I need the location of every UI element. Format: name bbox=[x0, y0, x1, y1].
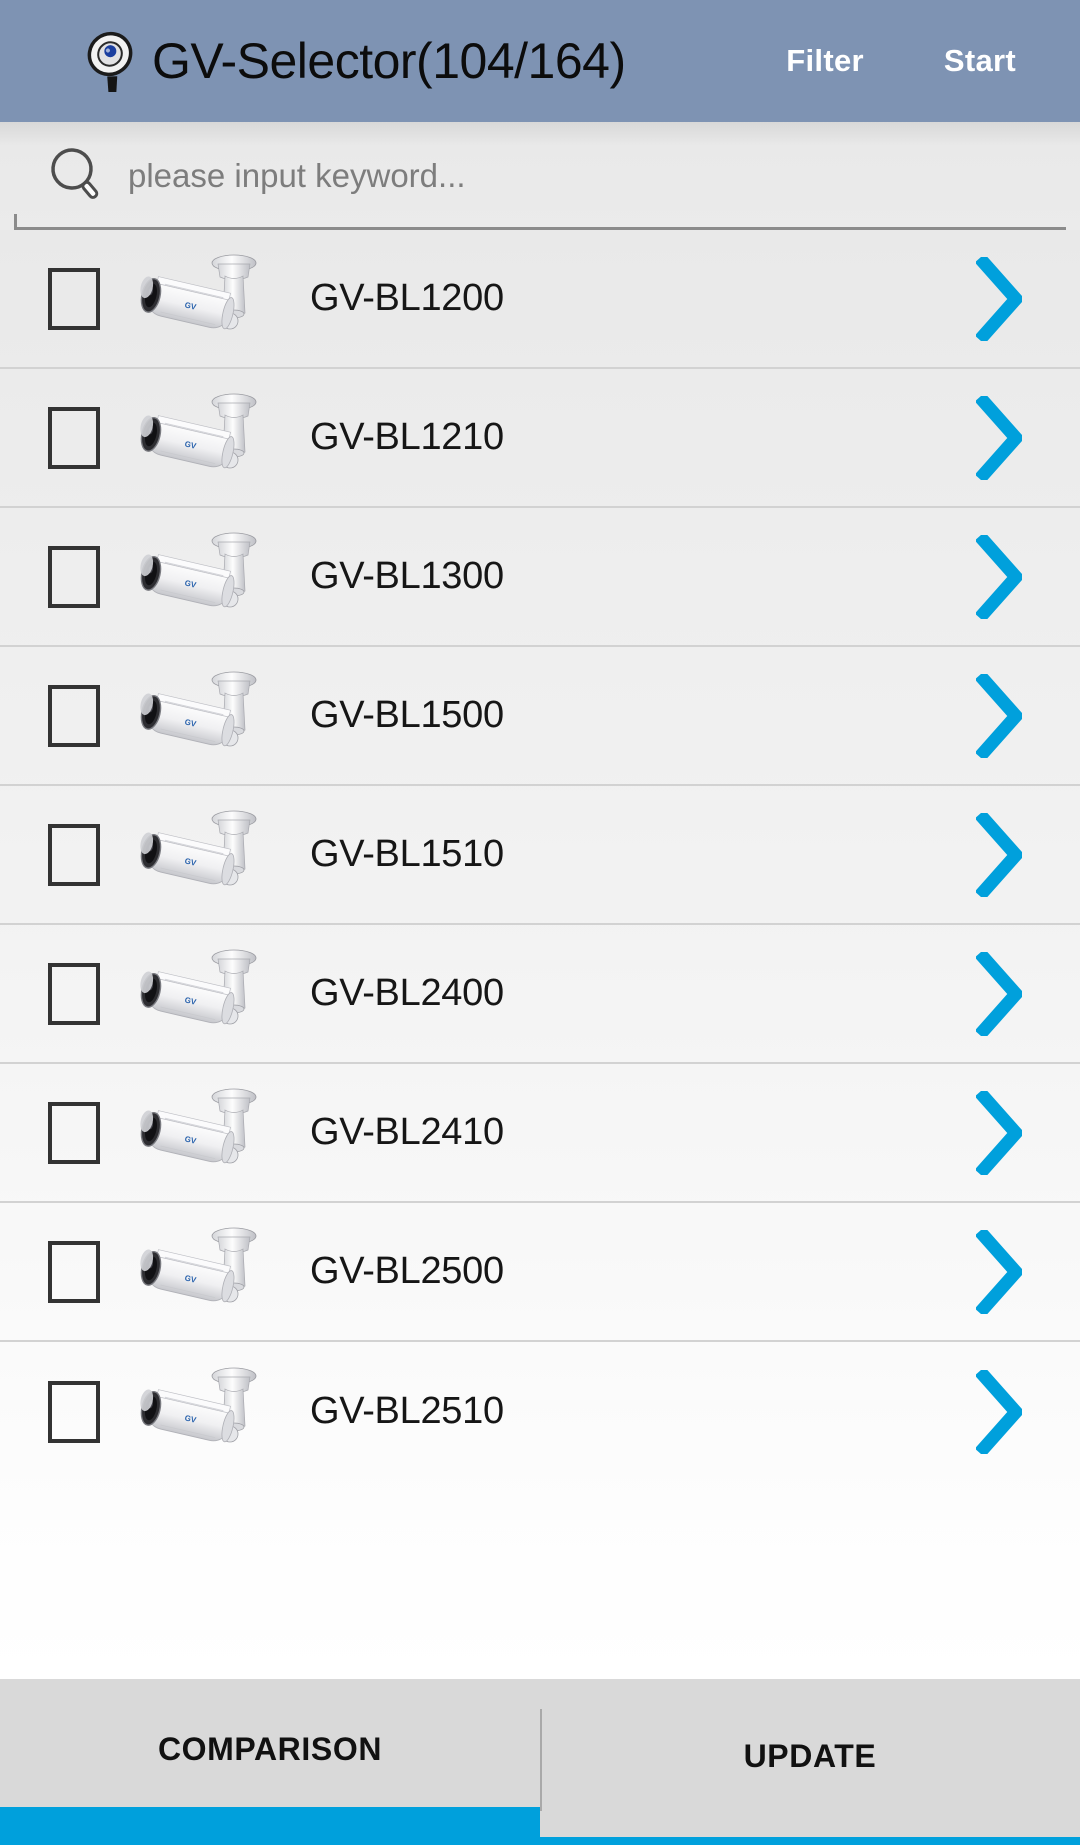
chevron-right-icon[interactable] bbox=[974, 1087, 1025, 1178]
device-checkbox[interactable] bbox=[48, 545, 100, 608]
magnifier-camera-logo-icon bbox=[76, 30, 138, 99]
bullet-camera-icon: GV bbox=[122, 529, 272, 625]
device-model-label: GV-BL1210 bbox=[310, 416, 504, 458]
bullet-camera-icon: GV bbox=[122, 251, 272, 347]
chevron-right-icon[interactable] bbox=[974, 1226, 1025, 1317]
page-title: GV-Selector(104/164) bbox=[152, 33, 626, 89]
device-row[interactable]: GV GV-BL2500 bbox=[0, 1203, 1080, 1342]
bullet-camera-icon: GV bbox=[122, 1364, 272, 1460]
start-button[interactable]: Start bbox=[944, 43, 1016, 79]
tab-update[interactable]: UPDATE bbox=[540, 1679, 1080, 1845]
device-row[interactable]: GV GV-BL1200 bbox=[0, 230, 1080, 369]
chevron-right-icon[interactable] bbox=[974, 809, 1025, 900]
tab-update-label: UPDATE bbox=[743, 1737, 877, 1774]
device-checkbox[interactable] bbox=[48, 1101, 100, 1164]
device-row[interactable]: GV GV-BL2410 bbox=[0, 1064, 1080, 1203]
filter-button[interactable]: Filter bbox=[786, 43, 864, 79]
tab-comparison[interactable]: COMPARISON bbox=[0, 1679, 540, 1845]
bullet-camera-icon: GV bbox=[122, 668, 272, 764]
device-list[interactable]: GV GV-BL1200 GV GV-BL1210 GV GV-BL1300 GV GV-BL… bbox=[0, 230, 1080, 1679]
device-row[interactable]: GV GV-BL1500 bbox=[0, 647, 1080, 786]
chevron-right-icon[interactable] bbox=[974, 253, 1025, 344]
device-row[interactable]: GV GV-BL2510 bbox=[0, 1342, 1080, 1481]
chevron-right-icon[interactable] bbox=[974, 670, 1025, 761]
device-checkbox[interactable] bbox=[48, 1240, 100, 1303]
device-checkbox[interactable] bbox=[48, 962, 100, 1025]
device-model-label: GV-BL1510 bbox=[310, 833, 504, 875]
bullet-camera-icon: GV bbox=[122, 390, 272, 486]
device-checkbox[interactable] bbox=[48, 1380, 100, 1443]
bullet-camera-icon: GV bbox=[122, 1085, 272, 1181]
device-model-label: GV-BL1300 bbox=[310, 555, 504, 597]
chevron-right-icon[interactable] bbox=[974, 948, 1025, 1039]
chevron-right-icon[interactable] bbox=[974, 1366, 1025, 1457]
search-icon bbox=[44, 143, 110, 209]
device-model-label: GV-BL2400 bbox=[310, 972, 504, 1014]
device-model-label: GV-BL2510 bbox=[310, 1390, 504, 1432]
device-checkbox[interactable] bbox=[48, 406, 100, 469]
device-model-label: GV-BL2410 bbox=[310, 1111, 504, 1153]
device-checkbox[interactable] bbox=[48, 823, 100, 886]
chevron-right-icon[interactable] bbox=[974, 531, 1025, 622]
bullet-camera-icon: GV bbox=[122, 1224, 272, 1320]
bottom-tab-bar: COMPARISON UPDATE bbox=[0, 1679, 1080, 1845]
app-header: GV-Selector(104/164) Filter Start bbox=[0, 0, 1080, 122]
device-row[interactable]: GV GV-BL1210 bbox=[0, 369, 1080, 508]
device-row[interactable]: GV GV-BL1300 bbox=[0, 508, 1080, 647]
search-input[interactable] bbox=[128, 157, 1066, 195]
device-checkbox[interactable] bbox=[48, 684, 100, 747]
device-checkbox[interactable] bbox=[48, 267, 100, 330]
bullet-camera-icon: GV bbox=[122, 946, 272, 1042]
device-model-label: GV-BL2500 bbox=[310, 1250, 504, 1292]
device-model-label: GV-BL1500 bbox=[310, 694, 504, 736]
chevron-right-icon[interactable] bbox=[974, 392, 1025, 483]
tab-comparison-label: COMPARISON bbox=[157, 1730, 383, 1767]
bullet-camera-icon: GV bbox=[122, 807, 272, 903]
device-row[interactable]: GV GV-BL2400 bbox=[0, 925, 1080, 1064]
device-row[interactable]: GV GV-BL1510 bbox=[0, 786, 1080, 925]
search-bar bbox=[0, 122, 1080, 230]
device-model-label: GV-BL1200 bbox=[310, 277, 504, 319]
header-actions: Filter Start bbox=[786, 43, 1052, 79]
